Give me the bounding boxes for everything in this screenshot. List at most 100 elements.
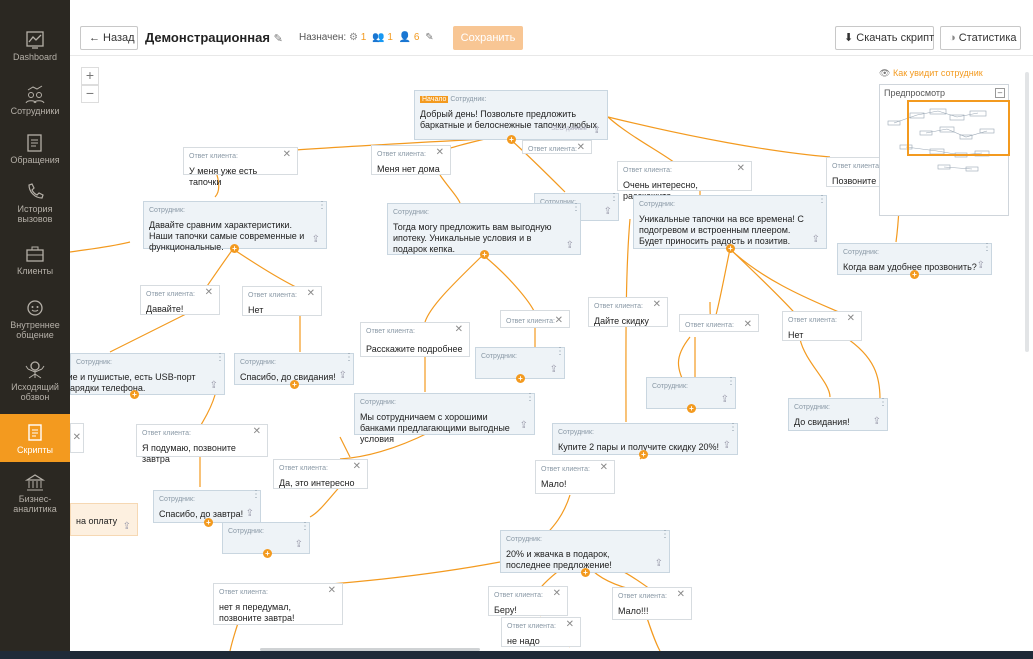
share-icon[interactable]: ⇪	[812, 234, 820, 245]
share-icon[interactable]: ⇪	[246, 508, 254, 519]
sidebar-item-internal-chat[interactable]: Внутреннее общение	[0, 298, 70, 344]
employee-node[interactable]: Сотрудник: 20% и жвачка в подарок, после…	[500, 530, 670, 577]
client-answer-node[interactable]: Ответ клиента: Беру! ✕	[488, 586, 568, 616]
client-answer-node[interactable]: Ответ клиента: Расскажите подробнее ✕	[360, 322, 470, 357]
close-icon[interactable]: ✕	[555, 315, 563, 326]
pencil-icon[interactable]: ✎	[425, 32, 433, 43]
add-answer-button[interactable]: +	[910, 270, 919, 279]
more-icon[interactable]: ⋮	[571, 203, 581, 213]
more-icon[interactable]: ⋮	[555, 347, 565, 357]
viewport-frame[interactable]	[907, 100, 1010, 156]
node-start[interactable]: Начало Сотрудник: Добрый день! Позвольте…	[414, 90, 608, 144]
share-icon[interactable]: ⇪	[655, 558, 663, 569]
more-icon[interactable]: ⋮	[300, 522, 310, 532]
sidebar-item-employees[interactable]: Сотрудники	[0, 84, 70, 124]
script-canvas[interactable]: + − Начало Сотрудник: Добрый день! Позво…	[70, 57, 1033, 651]
more-icon[interactable]: ⋮	[726, 377, 736, 387]
add-answer-button[interactable]: +	[230, 244, 239, 253]
close-icon[interactable]: ✕	[328, 585, 336, 596]
employee-node[interactable]: Сотрудник: Спасибо, до свидания! ⋮ ⇪ +	[234, 353, 354, 389]
share-icon[interactable]: ⇪	[604, 206, 612, 217]
close-icon[interactable]: ✕	[455, 324, 463, 335]
share-icon[interactable]: ⇪	[339, 370, 347, 381]
employee-node[interactable]: Сотрудник: Когда вам удобнее прозвонить?…	[837, 243, 992, 279]
share-icon[interactable]: ⇪	[566, 240, 574, 251]
client-answer-node[interactable]: ✕	[70, 423, 84, 453]
add-answer-button[interactable]: +	[726, 244, 735, 253]
close-icon[interactable]: ✕	[847, 313, 855, 324]
close-icon[interactable]: ✕	[600, 462, 608, 473]
more-icon[interactable]: ⋮	[251, 490, 261, 500]
client-answer-node[interactable]: Ответ клиента: Мало!!! ✕	[612, 587, 692, 620]
sidebar-item-clients[interactable]: Клиенты	[0, 244, 70, 280]
share-icon[interactable]: ⇪	[520, 420, 528, 431]
close-icon[interactable]: ✕	[553, 588, 561, 599]
sidebar-item-dashboard[interactable]: Dashboard	[0, 30, 70, 70]
add-answer-button[interactable]: +	[516, 374, 525, 383]
add-answer-button[interactable]: +	[290, 380, 299, 389]
employee-node[interactable]: Сотрудник: Тогда могу предложить вам выг…	[387, 203, 581, 259]
add-answer-button[interactable]: +	[507, 135, 516, 144]
share-icon[interactable]: ⇪	[210, 380, 218, 391]
share-icon[interactable]: ⇪	[123, 521, 131, 532]
employee-node[interactable]: Сотрудник: ⋮ ⇪ +	[475, 347, 565, 383]
client-answer-node[interactable]: Ответ клиента: не надо ✕	[501, 617, 581, 647]
share-icon[interactable]: ⇪	[723, 440, 731, 451]
client-answer-node[interactable]: Ответ клиента: Нет ✕	[242, 286, 322, 316]
share-icon[interactable]: ⇪	[977, 260, 985, 271]
zoom-in-button[interactable]: +	[81, 67, 99, 85]
more-icon[interactable]: ⋮	[344, 353, 354, 363]
share-icon[interactable]: ⇪	[550, 364, 558, 375]
add-answer-button[interactable]: +	[480, 250, 489, 259]
vertical-scrollbar[interactable]	[1025, 72, 1029, 352]
statistics-button[interactable]: ◑ Статистика	[940, 26, 1021, 50]
close-icon[interactable]: ✕	[436, 147, 444, 158]
more-icon[interactable]: ⋮	[728, 423, 738, 433]
sidebar-item-scripts[interactable]: Скрипты	[0, 414, 70, 462]
more-icon[interactable]: ⋮	[660, 530, 670, 540]
download-script-button[interactable]: ⬇ Скачать скрипт	[835, 26, 934, 50]
employee-node[interactable]: Сотрудник: До свидания! ⋮ ⇪	[788, 398, 888, 431]
client-answer-node[interactable]: Ответ клиента: Меня нет дома ✕	[371, 145, 451, 175]
more-icon[interactable]: ⋮	[525, 393, 535, 403]
client-answer-node[interactable]: Ответ клиента: У меня уже есть тапочки ✕	[183, 147, 298, 187]
client-answer-node[interactable]: Ответ клиента: Нет ✕	[782, 311, 862, 341]
more-icon[interactable]: ⋮	[317, 201, 327, 211]
client-answer-node[interactable]: Ответ клиента: Очень интересно, расскажи…	[617, 161, 752, 201]
client-answer-node[interactable]: Ответ клиента: ✕	[522, 140, 592, 154]
zoom-out-button[interactable]: −	[81, 85, 99, 103]
share-icon[interactable]: ⇪	[873, 416, 881, 427]
add-answer-button[interactable]: +	[204, 518, 213, 527]
employee-node[interactable]: Сотрудник: Купите 2 пары и получите скид…	[552, 423, 738, 459]
sidebar-item-call-history[interactable]: История вызовов	[0, 182, 70, 228]
client-answer-node[interactable]: Ответ клиента: ✕	[679, 314, 759, 332]
more-icon[interactable]: ⋮	[878, 398, 888, 408]
employee-node[interactable]: на оплату ⇪	[70, 503, 138, 536]
preview-minimap[interactable]: Предпросмотр –	[879, 84, 1010, 216]
sidebar-item-requests[interactable]: Обращения	[0, 133, 70, 169]
preview-link[interactable]: 👁 Как увидит сотрудник	[879, 68, 983, 79]
close-icon[interactable]: ✕	[283, 149, 291, 160]
close-icon[interactable]: ✕	[737, 163, 745, 174]
employee-node[interactable]: Сотрудник: Мы сотрудничаем с хорошими ба…	[354, 393, 535, 444]
share-icon[interactable]: ⇪	[312, 234, 320, 245]
add-answer-button[interactable]: +	[639, 450, 648, 459]
employee-node[interactable]: Сотрудник: Давайте сравним характеристик…	[143, 201, 327, 253]
minimize-icon[interactable]: –	[995, 88, 1005, 98]
sidebar-item-outbound-calls[interactable]: Исходящий обзвон	[0, 360, 70, 406]
close-icon[interactable]: ✕	[653, 299, 661, 310]
add-answer-button[interactable]: +	[581, 568, 590, 577]
more-icon[interactable]: ⋮	[609, 193, 619, 203]
client-answer-node[interactable]: Ответ клиента: ✕	[500, 310, 570, 328]
add-answer-button[interactable]: +	[687, 404, 696, 413]
close-icon[interactable]: ✕	[353, 461, 361, 472]
save-button[interactable]: Сохранить	[453, 26, 523, 50]
more-icon[interactable]: ⋮	[982, 243, 992, 253]
back-button[interactable]: ← Назад	[80, 26, 138, 50]
sidebar-item-analytics[interactable]: Бизнес-аналитика	[0, 472, 70, 518]
client-answer-node[interactable]: Ответ клиента: Давайте! ✕	[140, 285, 220, 315]
add-answer-button[interactable]: +	[130, 390, 139, 399]
client-answer-node[interactable]: Ответ клиента: Я подумаю, позвоните завт…	[136, 424, 268, 464]
close-icon[interactable]: ✕	[205, 287, 213, 298]
client-answer-node[interactable]: Ответ клиента: Да, это интересно ✕	[273, 459, 368, 489]
